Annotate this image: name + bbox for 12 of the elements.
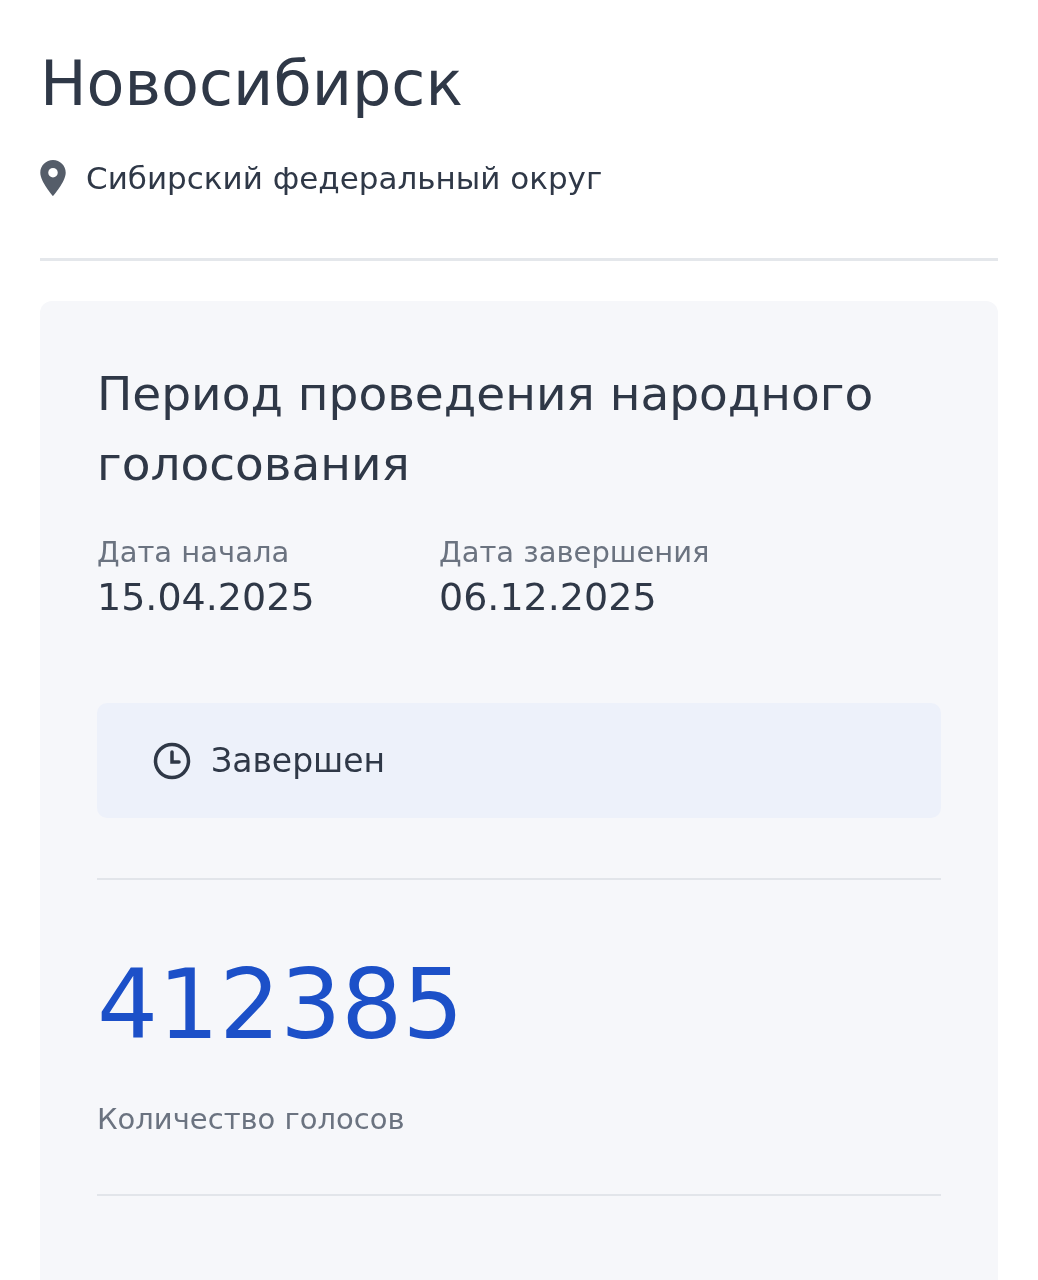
vote-count-label: Количество голосов [97, 1102, 406, 1136]
city-title: Новосибирск [40, 46, 464, 122]
date-value: 15.04.2025 [97, 575, 316, 619]
location-pin-icon [40, 160, 66, 196]
status-text: Завершен [211, 741, 386, 780]
vote-count: 412385 [97, 950, 465, 1060]
district-text: Сибирский федеральный округ [86, 160, 603, 196]
date-label: Дата начала [97, 535, 291, 569]
date-label: Дата завершения [439, 535, 711, 569]
clock-icon [153, 741, 191, 780]
card-heading: Период проведения народного голосования [97, 365, 875, 493]
date-value: 06.12.2025 [439, 575, 658, 619]
